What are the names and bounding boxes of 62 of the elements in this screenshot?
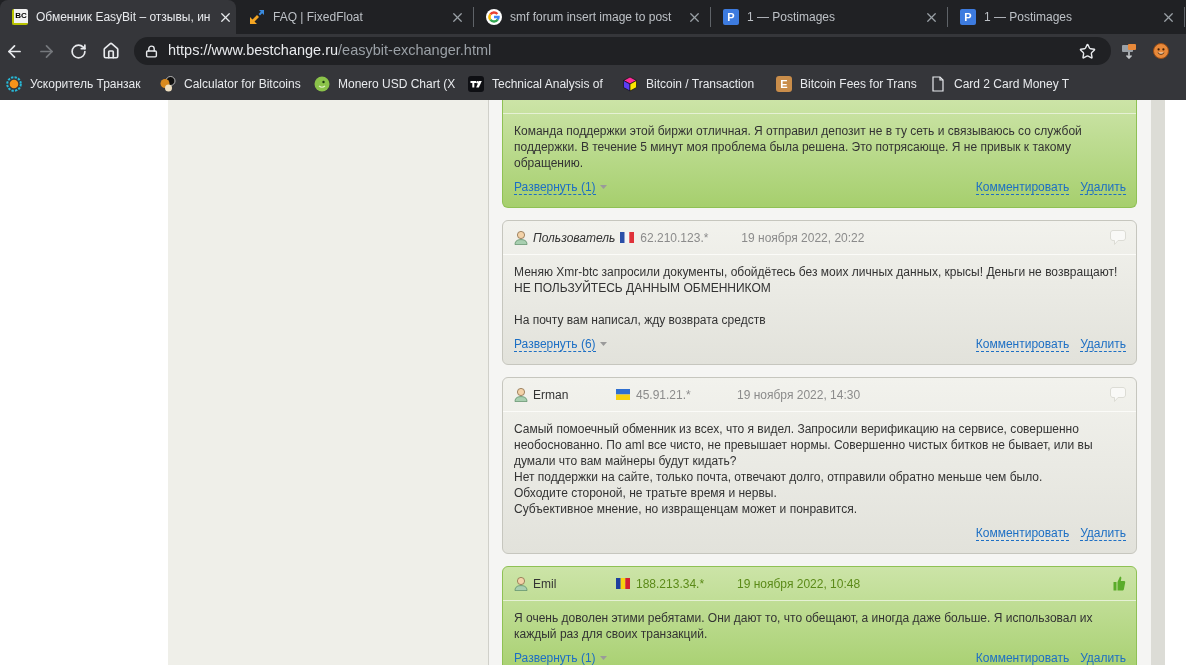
user-icon	[514, 576, 528, 591]
speech-bubble-icon	[1110, 230, 1126, 245]
review-text: Я очень доволен этими ребятами. Они дают то, что обещают, а иногда даже больше. Я использовал их каждый раз для своих транзакций.	[514, 610, 1094, 642]
author-name: Emil	[533, 575, 558, 593]
browser-tab[interactable]: BC Обменник EasyBit – отзывы, ин	[0, 0, 236, 34]
caret-icon	[599, 342, 607, 346]
caret-icon	[599, 185, 607, 189]
france-flag-icon	[620, 232, 635, 243]
favicon-logo: BC	[12, 9, 28, 25]
favicon-logo: P	[723, 9, 739, 25]
comment-link[interactable]: Комментировать	[975, 336, 1070, 352]
browser-tab[interactable]: P 1 — Postimages	[711, 0, 947, 34]
browser-tab[interactable]: P 1 — Postimages	[948, 0, 1184, 34]
bookmark-item[interactable]: Monero USD Chart (X	[308, 75, 462, 93]
bookmark-item[interactable]: Card 2 Card Money T	[924, 75, 1078, 93]
bookmark-star-icon[interactable]	[1079, 42, 1096, 60]
ukraine-flag-icon	[616, 389, 630, 400]
multicolor-ring-icon	[486, 9, 502, 25]
browser-tab[interactable]: FAQ | FixedFloat	[237, 0, 473, 34]
lock-icon	[145, 44, 158, 58]
review-text: Команда поддержки этой биржи отличная. Я отправил депозит не в ту сеть и связываюсь со службой поддержки. В течение 5 минут моя проблема была решена. Это потрясающе. Я не привык к такому обращению.	[514, 123, 1083, 171]
user-icon	[514, 230, 528, 245]
romania-flag-icon	[616, 578, 630, 589]
author-name: Erman	[533, 386, 570, 404]
address-bar[interactable]: https://www.bestchange.ru/easybit-exchanger.html	[134, 37, 1111, 65]
reload-icon[interactable]	[70, 42, 87, 60]
review-date: 19 ноября 2022, 14:30	[737, 386, 861, 404]
speech-bubble-icon	[1110, 387, 1126, 402]
home-icon[interactable]	[102, 42, 120, 60]
expand-link[interactable]: Развернуть (6)	[514, 336, 596, 352]
review-text: Меняю Xmr-btc запросили документы, обойдётесь без моих личных данных, крысы! Деньги не возвращают! НЕ ПОЛЬЗУЙТЕСЬ ДАННЫМ ОБМЕННИКОМ На почту вам написал, жду возврата средств	[514, 264, 1119, 328]
bookmark-item[interactable]: Calculator for Bitcoins	[154, 75, 308, 93]
round-logo-icon	[314, 76, 330, 92]
url-text: https://www.bestchange.ru/easybit-exchanger.html	[168, 41, 492, 61]
delete-link[interactable]: Удалить	[1080, 336, 1126, 352]
arrows-icon	[249, 9, 265, 25]
review-text: Самый помоечный обменник из всех, что я видел. Запросили верификацию на сервисе, совершенно необоснованно. По aml все чисто, не превышает нормы. Совершенно чистых битков не бывает, или вы думали что вам майнеры будут кидать? Нет поддержки на сайте, только почта, отвечают долго, отправили обратно меньше чем было. Обходите стороной, не тратьте время и нервы. Субъективное мнение, но извращенцам может и понравится.	[514, 421, 1094, 517]
cube-icon	[622, 76, 638, 92]
author-name: Пользователь	[533, 229, 616, 247]
circles-icon	[160, 76, 176, 92]
ip-address: 62.210.123.*	[640, 229, 710, 247]
browser-tab[interactable]: smf forum insert image to post	[474, 0, 710, 34]
review-date: 19 ноября 2022, 10:48	[737, 575, 861, 593]
delete-link[interactable]: Удалить	[1080, 525, 1126, 541]
bookmark-item[interactable]: Bitcoin / Transaction	[616, 75, 770, 93]
coin-gear-icon	[6, 76, 22, 92]
ip-address: 45.91.21.*	[636, 386, 692, 404]
user-icon	[514, 387, 528, 402]
tray-arrow-icon[interactable]	[1121, 43, 1137, 59]
letter-logo: E	[776, 76, 792, 92]
caret-icon	[599, 656, 607, 660]
review-date: 19 ноября 2022, 20:22	[741, 229, 865, 247]
smiley-face-icon[interactable]	[1153, 43, 1169, 59]
thumbs-up-icon	[1113, 576, 1126, 591]
bookmark-item[interactable]: E Bitcoin Fees for Trans	[770, 75, 924, 93]
bookmark-item[interactable]: Ускоритель Транзак	[0, 75, 154, 93]
square-logo-icon	[468, 76, 484, 92]
ip-address: 188.213.34.*	[636, 575, 706, 593]
favicon-logo: P	[960, 9, 976, 25]
comment-link[interactable]: Комментировать	[975, 525, 1070, 541]
document-icon	[930, 76, 946, 92]
bookmark-item[interactable]: Technical Analysis of	[462, 75, 616, 93]
